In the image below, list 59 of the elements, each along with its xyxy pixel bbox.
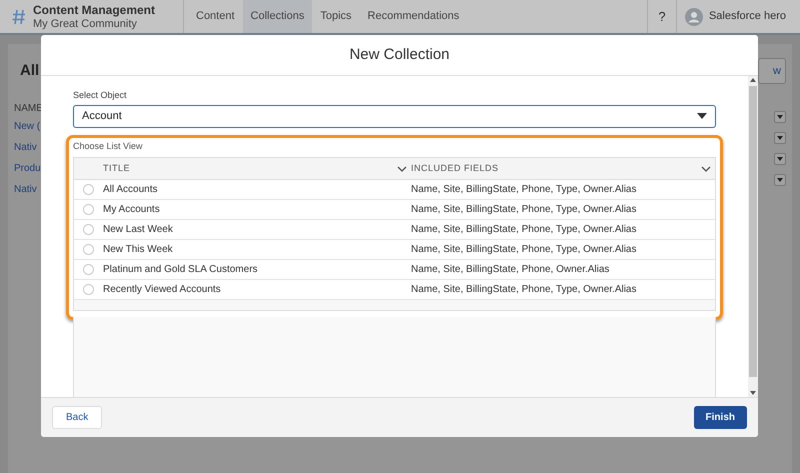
column-header[interactable]: INCLUDED FIELDS <box>411 162 715 176</box>
list-title: All <box>20 61 40 81</box>
table-cell-text: Name, Site, BillingState, Phone, Type, Owner.Alias <box>411 203 638 217</box>
scrollbar[interactable] <box>748 76 758 397</box>
back-button[interactable]: Back <box>52 406 102 429</box>
app-title: Content Management <box>33 2 156 16</box>
radio-button[interactable] <box>83 264 94 275</box>
nav-tab[interactable]: Collections <box>242 0 312 33</box>
avatar-icon <box>684 8 703 26</box>
table-cell-text: All Accounts <box>103 183 158 197</box>
table-cell-text: Name, Site, BillingState, Phone, Type, Owner.Alias <box>411 283 638 297</box>
list-row[interactable]: My Accounts Name, Site, BillingState, Phone, Type, Owner.Alias <box>74 200 715 220</box>
table-cell-text: My Accounts <box>103 203 161 217</box>
column-header[interactable]: TITLE <box>103 162 411 176</box>
list-row[interactable]: All Accounts Name, Site, BillingState, Phone, Type, Owner.Alias <box>74 180 715 200</box>
caret-icon <box>697 113 707 119</box>
row-menu-button[interactable] <box>774 132 786 144</box>
radio-button[interactable] <box>83 244 94 255</box>
scroll-down-icon[interactable] <box>750 391 756 395</box>
field-label: Choose List View <box>73 140 144 152</box>
nav-tab[interactable]: Content <box>188 0 243 33</box>
scroll-up-icon[interactable] <box>750 78 756 82</box>
chevron-down-icon[interactable] <box>701 166 711 172</box>
select-field[interactable]: Account <box>73 104 716 128</box>
modal-title: New Collection <box>349 44 450 65</box>
table-cell-text: Platinum and Gold SLA Customers <box>103 263 259 277</box>
chevron-down-icon[interactable] <box>397 166 407 172</box>
caret-icon <box>777 115 783 119</box>
caret-icon <box>777 157 783 161</box>
user-name[interactable]: Salesforce hero <box>708 8 786 25</box>
table-cell-text: New This Week <box>103 243 174 257</box>
row-menu-button[interactable] <box>774 153 786 165</box>
table-cell-text: New Last Week <box>103 223 174 237</box>
table-cell-text: Name, Site, BillingState, Phone, Type, Owner.Alias <box>411 243 638 257</box>
table-cell-text: Recently Viewed Accounts <box>103 283 222 297</box>
table-cell-text: Name, Site, BillingState, Phone, Owner.Alias <box>411 263 610 277</box>
radio-button[interactable] <box>83 224 94 235</box>
row-menu-button[interactable] <box>774 111 786 123</box>
community-name: My Great Community <box>33 16 138 30</box>
list-row[interactable]: Recently Viewed Accounts Name, Site, BillingState, Phone, Type, Owner.Alias <box>74 280 715 300</box>
nav-tab[interactable]: Topics <box>312 0 360 33</box>
list-row[interactable]: New Last Week Name, Site, BillingState, Phone, Type, Owner.Alias <box>74 220 715 240</box>
caret-icon <box>777 178 783 182</box>
table-cell-text: Name, Site, BillingState, Phone, Type, Owner.Alias <box>411 183 638 197</box>
list-row[interactable]: Platinum and Gold SLA Customers Name, Site, BillingState, Phone, Owner.Alias <box>74 260 715 280</box>
help-button[interactable]: ? <box>646 0 677 33</box>
radio-button[interactable] <box>83 204 94 215</box>
row-menu-button[interactable] <box>774 174 786 186</box>
field-label: Select Object <box>73 89 128 102</box>
finish-button[interactable]: Finish <box>694 406 747 429</box>
table-cell-text: Name, Site, BillingState, Phone, Type, Owner.Alias <box>411 223 638 237</box>
nav-tab[interactable]: Recommendations <box>360 0 468 33</box>
hash-icon <box>12 8 26 24</box>
new-button[interactable]: w <box>758 58 786 84</box>
radio-button[interactable] <box>83 184 94 195</box>
radio-button[interactable] <box>83 284 94 295</box>
column-header: NAME <box>14 102 44 116</box>
list-row[interactable]: New This Week Name, Site, BillingState, Phone, Type, Owner.Alias <box>74 240 715 260</box>
caret-icon <box>777 136 783 140</box>
